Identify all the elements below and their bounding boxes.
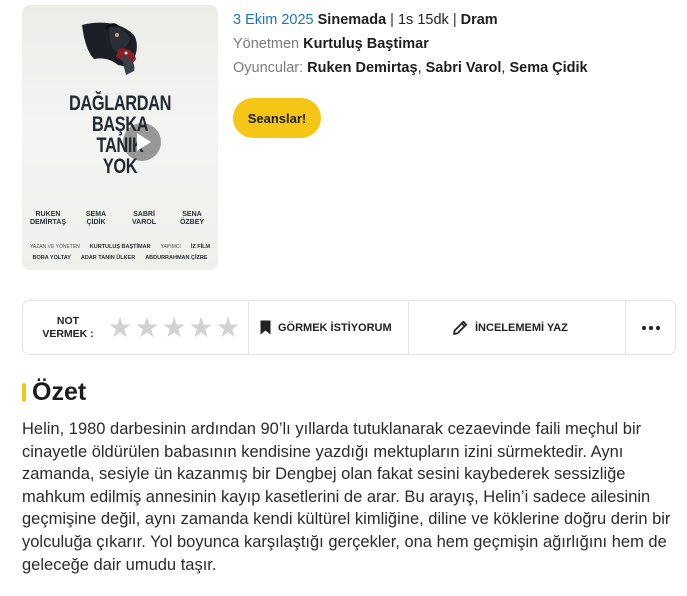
separator: |	[452, 12, 457, 28]
release-info-line: 3 Ekim 2025 Sinemada | 1s 15dk | Dram	[233, 11, 498, 29]
genre-link[interactable]: Dram	[461, 12, 498, 28]
watchlist-label: GÖRMEK İSTİYORUM	[278, 321, 392, 334]
director-line: Yönetmen Kurtuluş Baştimar	[233, 35, 429, 53]
summary-heading: Özet	[22, 377, 86, 407]
summary-text: Helin, 1980 darbesinin ardından 90’lı yı…	[22, 420, 671, 574]
release-status: Sinemada	[317, 12, 387, 28]
rate-label: NOT VERMEK :	[42, 314, 94, 340]
star-icon[interactable]: ★	[188, 313, 214, 341]
rating-stars: ★ ★ ★ ★ ★	[107, 313, 241, 341]
more-options-button[interactable]	[626, 301, 675, 354]
write-review-label: İNCELEMEMİ YAZ	[475, 321, 568, 334]
cast-link[interactable]: Ruken Demirtaş	[307, 60, 417, 76]
poster-cast-name: SEMA ÇİDİK	[85, 211, 107, 226]
poster-credits-row-1: YAZAN VE YÖNETEN KURTULUŞ BAŞTİMAR YAPIMC…	[29, 244, 211, 250]
sessions-button[interactable]: Seanslar!	[233, 98, 321, 138]
more-dots-icon	[641, 325, 660, 330]
poster-cast-name: SENA ÖZBEY	[179, 211, 205, 226]
write-review-button[interactable]: İNCELEMEMİ YAZ	[409, 301, 626, 354]
star-icon[interactable]: ★	[134, 313, 160, 341]
director-label: Yönetmen	[233, 36, 300, 52]
star-icon[interactable]: ★	[107, 313, 133, 341]
watchlist-button[interactable]: GÖRMEK İSTİYORUM	[249, 301, 409, 354]
poster-cast-row: RUKEN DEMİRTAŞ SEMA ÇİDİK SABRİ VAROL SE…	[28, 211, 212, 227]
pencil-icon	[453, 320, 468, 335]
play-trailer-button[interactable]	[123, 123, 161, 161]
separator: |	[390, 12, 394, 28]
cast-line: Oyuncular: Ruken Demirtaş, Sabri Varol, …	[233, 59, 588, 77]
star-icon[interactable]: ★	[161, 313, 187, 341]
summary-title: Özet	[32, 377, 87, 406]
poster-cast-name: RUKEN DEMİRTAŞ	[29, 211, 67, 226]
duration: 1s 15dk	[397, 12, 449, 28]
poster-title: DAĞLARDAN BAŞKA TANIK YOK	[68, 92, 172, 178]
rating-section: NOT VERMEK : ★ ★ ★ ★ ★	[23, 301, 249, 354]
cast-link[interactable]: Sema Çidik	[509, 60, 587, 76]
cast-link[interactable]: Sabri Varol	[426, 60, 502, 76]
movie-poster[interactable]: DAĞLARDAN BAŞKA TANIK YOK RUKEN DEMİRTAŞ…	[22, 5, 218, 270]
poster-cast-name: SABRİ VAROL	[132, 211, 156, 226]
cast-separator: ,	[417, 60, 426, 76]
star-icon[interactable]: ★	[215, 313, 241, 341]
action-bar: NOT VERMEK : ★ ★ ★ ★ ★ GÖRMEK İSTİYORUM …	[22, 300, 676, 355]
director-link[interactable]: Kurtuluş Baştimar	[303, 36, 429, 52]
poster-credits-row-2: BORA YOLTAY ADAR TANIN ÜLKER ABDURRAHMAN Ç…	[32, 255, 208, 261]
bookmark-icon	[260, 320, 271, 335]
release-date[interactable]: 3 Ekim 2025	[233, 12, 314, 28]
heading-accent-bar	[22, 382, 26, 402]
cast-label: Oyuncular:	[233, 60, 304, 76]
